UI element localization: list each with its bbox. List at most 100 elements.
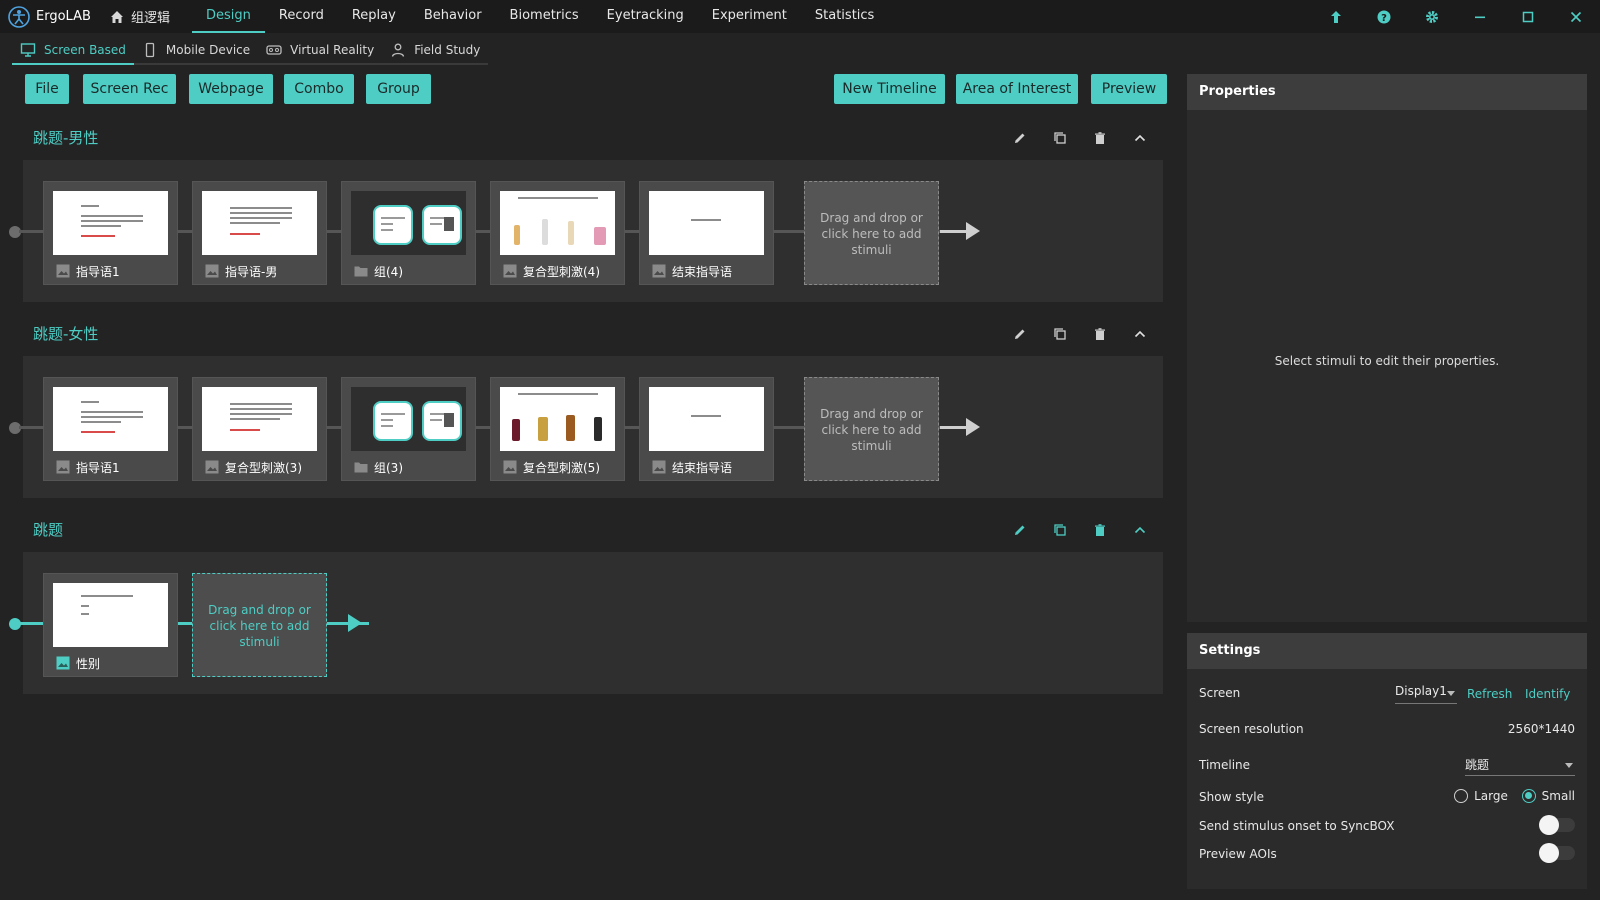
menu-record[interactable]: Record xyxy=(265,0,338,33)
edit-timeline-button[interactable] xyxy=(1000,126,1040,150)
timeline-title[interactable]: 跳题-男性 xyxy=(33,127,98,148)
screen-select[interactable]: Display1 xyxy=(1395,684,1457,704)
stimulus-card[interactable]: 复合型刺激(3) xyxy=(192,377,327,481)
upload-arrow-icon xyxy=(1331,10,1341,23)
group-button[interactable]: Group xyxy=(366,74,431,104)
refresh-link[interactable]: Refresh xyxy=(1467,687,1512,701)
stimulus-thumbnail xyxy=(53,387,168,451)
add-stimuli-dropzone[interactable]: Drag and drop or click here to add stimu… xyxy=(192,573,327,677)
radio-selected-icon xyxy=(1521,789,1536,803)
menu-behavior[interactable]: Behavior xyxy=(410,0,496,33)
duplicate-timeline-button[interactable] xyxy=(1040,518,1080,542)
new-timeline-button[interactable]: New Timeline xyxy=(834,74,945,104)
stimulus-thumbnail xyxy=(500,387,615,451)
properties-title: Properties xyxy=(1187,74,1587,110)
settings-title: Settings xyxy=(1187,633,1587,669)
syncbox-toggle[interactable] xyxy=(1539,815,1575,835)
group-name: 组(3) xyxy=(374,460,403,475)
menu-design[interactable]: Design xyxy=(192,0,265,33)
stimulus-card[interactable]: 复合型刺激(4) xyxy=(490,181,625,285)
delete-timeline-button[interactable] xyxy=(1080,518,1120,542)
stimulus-caption: 指导语1 xyxy=(56,458,120,476)
stimulus-name: 复合型刺激(4) xyxy=(523,264,600,279)
timeline-title[interactable]: 跳题-女性 xyxy=(33,323,98,344)
edit-timeline-button[interactable] xyxy=(1000,518,1040,542)
group-card[interactable]: 组(3) xyxy=(341,377,476,481)
minimize-icon xyxy=(1475,16,1485,18)
help-button[interactable]: ? xyxy=(1360,0,1408,33)
group-caption: 组(3) xyxy=(354,458,403,476)
stimulus-card[interactable]: 指导语1 xyxy=(43,181,178,285)
preview-button[interactable]: Preview xyxy=(1091,74,1167,104)
style-small-radio[interactable]: Small xyxy=(1521,789,1575,803)
app-logo: ErgoLAB xyxy=(0,0,105,33)
menu-eyetracking[interactable]: Eyetracking xyxy=(593,0,698,33)
stimulus-caption: 结束指导语 xyxy=(652,458,732,476)
menu-replay[interactable]: Replay xyxy=(338,0,410,33)
screen-rec-button[interactable]: Screen Rec xyxy=(83,74,176,104)
minimize-button[interactable] xyxy=(1456,0,1504,33)
stimulus-card[interactable]: 指导语-男 xyxy=(192,181,327,285)
stimulus-thumbnail xyxy=(53,583,168,647)
upload-button[interactable] xyxy=(1312,0,1360,33)
group-card[interactable]: 组(4) xyxy=(341,181,476,285)
group-name: 组(4) xyxy=(374,264,403,279)
duplicate-timeline-button[interactable] xyxy=(1040,322,1080,346)
image-icon xyxy=(205,460,219,474)
collapse-timeline-button[interactable] xyxy=(1120,126,1160,150)
group-thumbnail xyxy=(351,387,466,451)
trash-icon xyxy=(1095,524,1105,536)
mobile-phone-icon xyxy=(145,42,155,58)
home-icon xyxy=(111,10,123,23)
tab-screen-based[interactable]: Screen Based xyxy=(12,37,134,65)
chevron-down-icon xyxy=(1447,691,1455,696)
stimulus-name: 指导语1 xyxy=(76,264,120,279)
menu-statistics[interactable]: Statistics xyxy=(801,0,888,33)
chevron-up-icon xyxy=(1134,134,1146,142)
stimulus-thumbnail xyxy=(649,387,764,451)
add-stimuli-dropzone[interactable]: Drag and drop or click here to add stimu… xyxy=(804,181,939,285)
syncbox-label: Send stimulus onset to SyncBOX xyxy=(1199,819,1395,833)
collapse-timeline-button[interactable] xyxy=(1120,322,1160,346)
stimulus-caption: 结束指导语 xyxy=(652,262,732,280)
identify-link[interactable]: Identify xyxy=(1525,687,1570,701)
style-small-label: Small xyxy=(1541,789,1575,803)
delete-timeline-button[interactable] xyxy=(1080,126,1120,150)
delete-timeline-button[interactable] xyxy=(1080,322,1120,346)
image-icon xyxy=(503,460,517,474)
timeline-row: Timeline 跳题 xyxy=(1199,755,1575,777)
settings-button[interactable] xyxy=(1408,0,1456,33)
preview-aois-toggle[interactable] xyxy=(1539,843,1575,863)
image-icon xyxy=(56,656,70,670)
file-button[interactable]: File xyxy=(25,74,69,104)
maximize-button[interactable] xyxy=(1504,0,1552,33)
menu-experiment[interactable]: Experiment xyxy=(698,0,801,33)
timeline-title[interactable]: 跳题 xyxy=(33,519,63,540)
stimulus-card[interactable]: 性别 xyxy=(43,573,178,677)
timeline-select[interactable]: 跳题 xyxy=(1465,756,1575,776)
add-stimuli-dropzone[interactable]: Drag and drop or click here to add stimu… xyxy=(804,377,939,481)
stimulus-card[interactable]: 结束指导语 xyxy=(639,377,774,481)
stimulus-card[interactable]: 指导语1 xyxy=(43,377,178,481)
stimulus-card[interactable]: 结束指导语 xyxy=(639,181,774,285)
duplicate-timeline-button[interactable] xyxy=(1040,126,1080,150)
webpage-button[interactable]: Webpage xyxy=(189,74,273,104)
edit-timeline-button[interactable] xyxy=(1000,322,1040,346)
tab-field-study[interactable]: Field Study xyxy=(382,37,488,63)
settings-panel: Settings Screen Display1 Refresh Identif… xyxy=(1187,633,1587,889)
stimulus-card[interactable]: 复合型刺激(5) xyxy=(490,377,625,481)
module-selector[interactable]: 组逻辑 xyxy=(105,0,174,33)
tab-virtual-reality[interactable]: Virtual Reality xyxy=(258,37,382,63)
menu-biometrics[interactable]: Biometrics xyxy=(496,0,593,33)
resolution-label: Screen resolution xyxy=(1199,722,1304,736)
chevron-up-icon xyxy=(1134,526,1146,534)
person-icon xyxy=(392,43,405,57)
tab-mobile-device[interactable]: Mobile Device xyxy=(134,37,258,63)
group-caption: 组(4) xyxy=(354,262,403,280)
close-button[interactable] xyxy=(1552,0,1600,33)
collapse-timeline-button[interactable] xyxy=(1120,518,1160,542)
style-large-radio[interactable]: Large xyxy=(1454,789,1508,803)
combo-button[interactable]: Combo xyxy=(284,74,354,104)
screen-value: Display1 xyxy=(1395,684,1447,698)
area-of-interest-button[interactable]: Area of Interest xyxy=(956,74,1078,104)
